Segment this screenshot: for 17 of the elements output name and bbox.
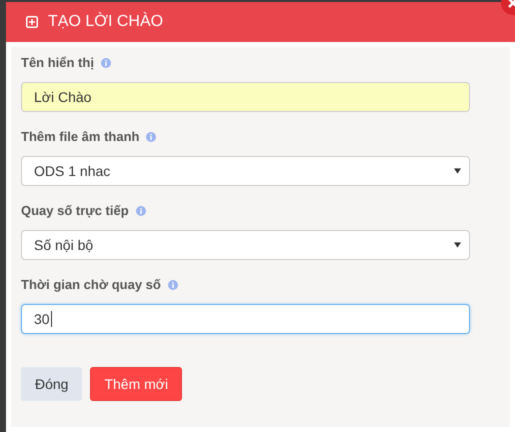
input-field[interactable]: Lời Chào: [21, 82, 470, 112]
dropdown[interactable]: Số nội bộ: [21, 230, 470, 260]
caret-icon: [454, 242, 461, 248]
info-icon: [168, 280, 178, 290]
field-label: Tên hiển thị: [21, 55, 94, 70]
field-label: Quay số trực tiếp: [21, 203, 129, 218]
caret-icon: [454, 168, 461, 174]
dropdown[interactable]: ODS 1 nhac: [21, 156, 470, 186]
dialog-title: TẠO LỜI CHÀO: [48, 13, 164, 31]
info-icon: [146, 132, 156, 142]
add-icon: [26, 16, 38, 28]
field-label: Thời gian chờ quay số: [21, 277, 161, 292]
field-label: Thêm file âm thanh: [21, 129, 140, 144]
info-icon: [100, 58, 111, 68]
input-field[interactable]: 30: [21, 304, 470, 334]
info-icon: [136, 206, 146, 216]
close-button[interactable]: Đóng: [21, 367, 82, 401]
